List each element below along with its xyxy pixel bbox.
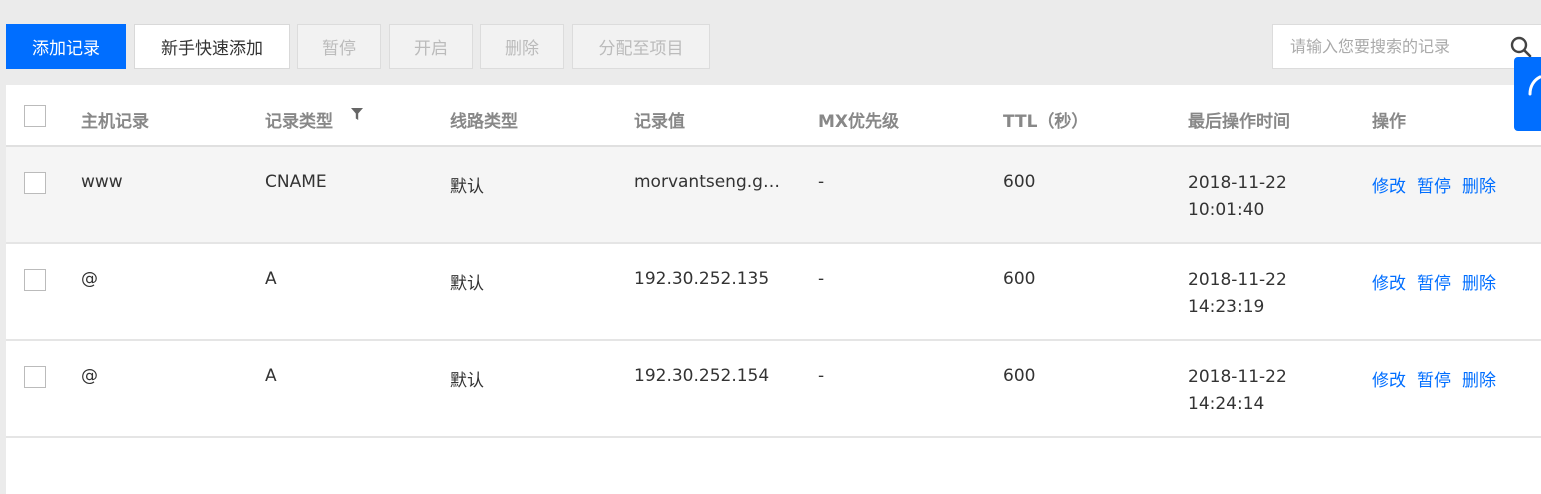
value-cell: 192.30.252.154 bbox=[634, 366, 770, 386]
column-value: 记录值 bbox=[634, 112, 685, 132]
host-cell: www bbox=[81, 172, 123, 192]
actions-cell: 修改 暂停 删除 bbox=[1372, 366, 1507, 391]
float-tool-tab[interactable] bbox=[1514, 57, 1541, 131]
column-line: 线路类型 bbox=[450, 112, 518, 132]
column-type: 记录类型 bbox=[265, 112, 333, 132]
records-table: 主机记录 记录类型 线路类型 记录值 MX优先级 TTL（秒） 最后操作时间 操… bbox=[6, 85, 1541, 494]
value-cell: 192.30.252.135 bbox=[634, 269, 770, 289]
time-cell: 2018-11-22 14:23:19 bbox=[1188, 267, 1287, 321]
float-tool-icon bbox=[1528, 75, 1541, 96]
table-row: www CNAME 默认 morvantseng.git… - 600 2018… bbox=[6, 147, 1541, 244]
table-row: @ A 默认 192.30.252.135 - 600 2018-11-22 1… bbox=[6, 244, 1541, 341]
ttl-cell: 600 bbox=[1003, 366, 1036, 386]
pause-button[interactable]: 暂停 bbox=[297, 24, 381, 69]
pause-link[interactable]: 暂停 bbox=[1417, 274, 1451, 294]
value-cell: morvantseng.git… bbox=[634, 172, 784, 192]
column-mx: MX优先级 bbox=[818, 112, 900, 132]
mx-cell: - bbox=[818, 366, 825, 386]
assign-project-button[interactable]: 分配至项目 bbox=[572, 24, 710, 69]
line-cell: 默认 bbox=[450, 371, 484, 391]
row-checkbox[interactable] bbox=[24, 366, 46, 388]
line-cell: 默认 bbox=[450, 274, 484, 294]
host-cell: @ bbox=[81, 269, 98, 289]
time-clock: 14:23:19 bbox=[1188, 297, 1265, 317]
search-box bbox=[1272, 24, 1541, 69]
edit-link[interactable]: 修改 bbox=[1372, 371, 1406, 391]
type-cell: CNAME bbox=[265, 172, 327, 192]
pause-link[interactable]: 暂停 bbox=[1417, 177, 1451, 197]
time-clock: 10:01:40 bbox=[1188, 200, 1265, 220]
select-all-checkbox[interactable] bbox=[24, 105, 46, 127]
time-date: 2018-11-22 bbox=[1188, 270, 1287, 290]
delete-link[interactable]: 删除 bbox=[1462, 371, 1496, 391]
column-host: 主机记录 bbox=[81, 112, 149, 132]
time-cell: 2018-11-22 10:01:40 bbox=[1188, 170, 1287, 224]
quick-add-button[interactable]: 新手快速添加 bbox=[134, 24, 290, 69]
edit-link[interactable]: 修改 bbox=[1372, 274, 1406, 294]
time-date: 2018-11-22 bbox=[1188, 367, 1287, 387]
delete-button[interactable]: 删除 bbox=[480, 24, 564, 69]
line-cell: 默认 bbox=[450, 177, 484, 197]
edit-link[interactable]: 修改 bbox=[1372, 177, 1406, 197]
mx-cell: - bbox=[818, 269, 825, 289]
mx-cell: - bbox=[818, 172, 825, 192]
add-record-button[interactable]: 添加记录 bbox=[6, 24, 126, 69]
ttl-cell: 600 bbox=[1003, 172, 1036, 192]
delete-link[interactable]: 删除 bbox=[1462, 274, 1496, 294]
filter-icon[interactable] bbox=[350, 107, 364, 121]
time-clock: 14:24:14 bbox=[1188, 394, 1265, 414]
type-cell: A bbox=[265, 366, 277, 386]
actions-cell: 修改 暂停 删除 bbox=[1372, 172, 1507, 197]
search-icon[interactable] bbox=[1509, 35, 1533, 59]
time-cell: 2018-11-22 14:24:14 bbox=[1188, 364, 1287, 418]
actions-cell: 修改 暂停 删除 bbox=[1372, 269, 1507, 294]
column-actions: 操作 bbox=[1372, 112, 1406, 132]
host-cell: @ bbox=[81, 366, 98, 386]
ttl-cell: 600 bbox=[1003, 269, 1036, 289]
enable-button[interactable]: 开启 bbox=[389, 24, 473, 69]
delete-link[interactable]: 删除 bbox=[1462, 177, 1496, 197]
column-ttl: TTL（秒） bbox=[1003, 112, 1089, 132]
pause-link[interactable]: 暂停 bbox=[1417, 371, 1451, 391]
search-input[interactable] bbox=[1273, 25, 1499, 68]
table-header: 主机记录 记录类型 线路类型 记录值 MX优先级 TTL（秒） 最后操作时间 操… bbox=[6, 85, 1541, 147]
row-checkbox[interactable] bbox=[24, 172, 46, 194]
table-row: @ A 默认 192.30.252.154 - 600 2018-11-22 1… bbox=[6, 341, 1541, 438]
column-time: 最后操作时间 bbox=[1188, 112, 1290, 132]
type-cell: A bbox=[265, 269, 277, 289]
row-checkbox[interactable] bbox=[24, 269, 46, 291]
time-date: 2018-11-22 bbox=[1188, 173, 1287, 193]
